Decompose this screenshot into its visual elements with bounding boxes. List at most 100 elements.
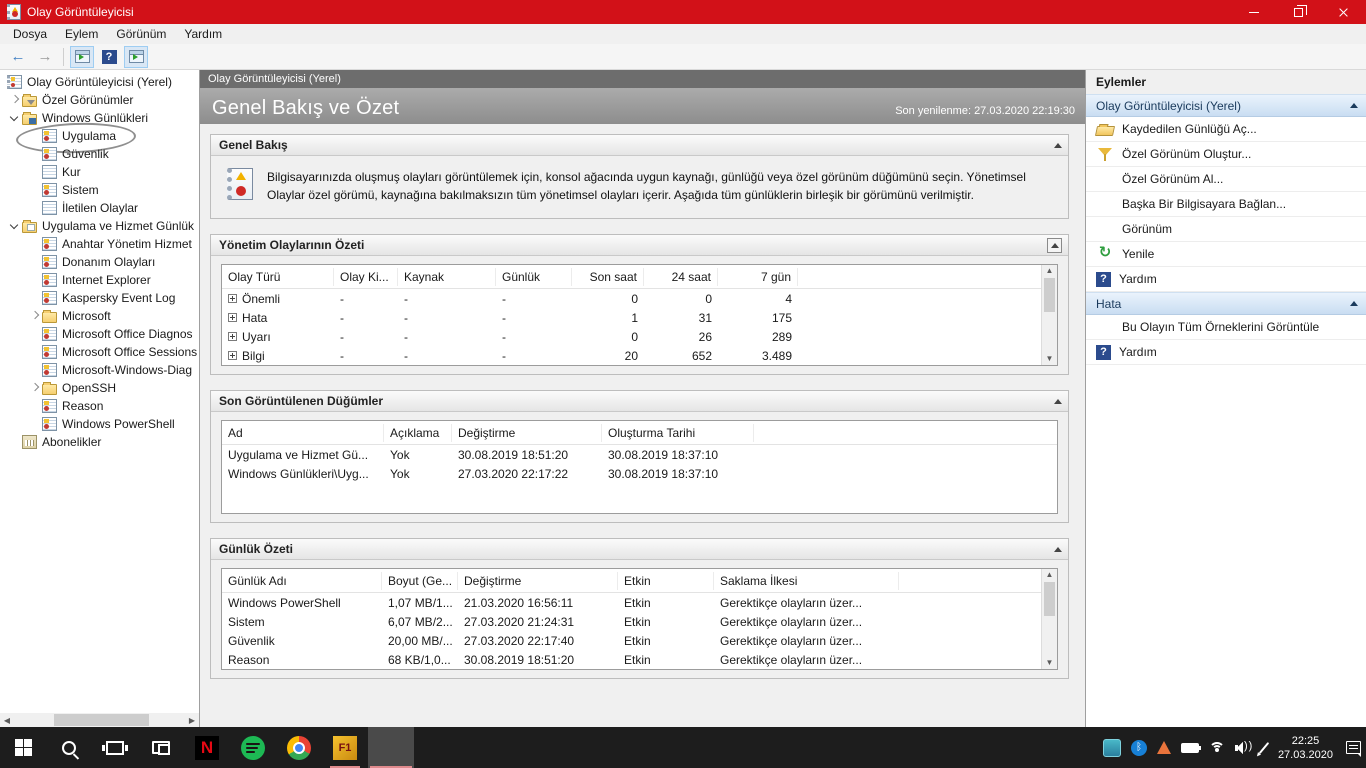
- expand-plus-icon[interactable]: [228, 351, 237, 360]
- taskbar-app-icon[interactable]: [368, 727, 414, 768]
- tree-expander-icon[interactable]: [8, 219, 22, 233]
- tree-expander-icon[interactable]: [28, 291, 42, 305]
- forward-arrow-icon[interactable]: →: [33, 46, 57, 68]
- overview-section-header[interactable]: Genel Bakış: [211, 135, 1068, 156]
- col-degistirme[interactable]: Değiştirme: [452, 423, 602, 442]
- col-gunluk-adi[interactable]: Günlük Adı: [222, 571, 382, 590]
- tree-item[interactable]: Özel Görünümler: [0, 91, 199, 109]
- col-boyut[interactable]: Boyut (Ge...: [382, 571, 458, 590]
- col-son-saat[interactable]: Son saat: [572, 267, 644, 286]
- actions-group-header-hata[interactable]: Hata: [1086, 292, 1366, 315]
- scroll-up-icon[interactable]: ▲: [1046, 570, 1054, 580]
- back-arrow-icon[interactable]: ←: [6, 46, 30, 68]
- admin-events-header[interactable]: Yönetim Olaylarının Özeti: [211, 235, 1068, 256]
- tree-item[interactable]: Uygulama: [0, 127, 199, 145]
- tree-item[interactable]: Windows Günlükleri: [0, 109, 199, 127]
- table-row[interactable]: Sistem 6,07 MB/2... 27.03.2020 21:24:31 …: [222, 612, 1041, 631]
- vertical-scrollbar[interactable]: ▲ ▼: [1041, 569, 1057, 669]
- expand-plus-icon[interactable]: [228, 332, 237, 341]
- scrollbar-thumb[interactable]: [1044, 582, 1055, 616]
- tree-item[interactable]: Kur: [0, 163, 199, 181]
- collapse-caret-icon[interactable]: [1350, 301, 1358, 306]
- taskbar-app-icon[interactable]: [276, 727, 322, 768]
- tree-expander-icon[interactable]: [28, 165, 42, 179]
- action-item[interactable]: ? Yardım: [1086, 340, 1366, 365]
- tree-expander-icon[interactable]: [28, 183, 42, 197]
- tree-item[interactable]: Sistem: [0, 181, 199, 199]
- tree-expander-icon[interactable]: [28, 201, 42, 215]
- tree-item[interactable]: Microsoft-Windows-Diag: [0, 361, 199, 379]
- tray-icon[interactable]: [1152, 727, 1176, 768]
- tree-item[interactable]: İletilen Olaylar: [0, 199, 199, 217]
- tree-expander-icon[interactable]: [8, 435, 22, 449]
- tray-icon[interactable]: [1176, 727, 1204, 768]
- collapse-caret-icon[interactable]: [1054, 546, 1062, 552]
- tree-expander-icon[interactable]: [8, 93, 22, 107]
- table-row[interactable]: Güvenlik 20,00 MB/... 27.03.2020 22:17:4…: [222, 631, 1041, 650]
- table-row[interactable]: Önemli - - - 0 0 4: [222, 289, 1041, 308]
- menu-item[interactable]: Yardım: [175, 25, 231, 43]
- action-item[interactable]: Bu Olayın Tüm Örneklerini Görüntüle: [1086, 315, 1366, 340]
- tree-item[interactable]: Microsoft Office Sessions: [0, 343, 199, 361]
- tree-item[interactable]: Güvenlik: [0, 145, 199, 163]
- tree-item[interactable]: Microsoft: [0, 307, 199, 325]
- action-item[interactable]: Görünüm: [1086, 217, 1366, 242]
- action-item[interactable]: Başka Bir Bilgisayara Bağlan...: [1086, 192, 1366, 217]
- taskbar-app-icon[interactable]: F1: [322, 727, 368, 768]
- table-row[interactable]: Bilgi - - - 20 652 3.489: [222, 346, 1041, 365]
- col-24-saat[interactable]: 24 saat: [644, 267, 718, 286]
- table-row[interactable]: Uygulama ve Hizmet Gü... Yok 30.08.2019 …: [222, 445, 1057, 464]
- tray-icon[interactable]: [1204, 727, 1230, 768]
- col-aciklama[interactable]: Açıklama: [384, 423, 452, 442]
- tree-item[interactable]: Abonelikler: [0, 433, 199, 451]
- table-row[interactable]: Reason 68 KB/1,0... 30.08.2019 18:51:20 …: [222, 650, 1041, 669]
- tree-item[interactable]: Anahtar Yönetim Hizmet: [0, 235, 199, 253]
- tree-item[interactable]: Kaspersky Event Log: [0, 289, 199, 307]
- log-summary-header[interactable]: Günlük Özeti: [211, 539, 1068, 560]
- expand-plus-icon[interactable]: [228, 294, 237, 303]
- menu-item[interactable]: Dosya: [4, 25, 56, 43]
- col-etkin[interactable]: Etkin: [618, 571, 714, 590]
- scroll-down-icon[interactable]: ▼: [1046, 354, 1054, 364]
- tree-expander-icon[interactable]: [28, 363, 42, 377]
- show-action-pane-icon[interactable]: [124, 45, 148, 68]
- tree-expander-icon[interactable]: [28, 255, 42, 269]
- expand-plus-icon[interactable]: [228, 313, 237, 322]
- tree-item[interactable]: OpenSSH: [0, 379, 199, 397]
- restore-button[interactable]: [1276, 0, 1321, 24]
- tree-item[interactable]: Reason: [0, 397, 199, 415]
- tree-expander-icon[interactable]: [28, 345, 42, 359]
- taskbar-app-icon[interactable]: [230, 727, 276, 768]
- tree-expander-icon[interactable]: [28, 327, 42, 341]
- actions-group-header-local[interactable]: Olay Görüntüleyicisi (Yerel): [1086, 94, 1366, 117]
- tree-item[interactable]: Microsoft Office Diagnos: [0, 325, 199, 343]
- menu-item[interactable]: Görünüm: [107, 25, 175, 43]
- tree-expander-icon[interactable]: [28, 273, 42, 287]
- tree-horizontal-scrollbar[interactable]: ◀ ▶: [0, 713, 199, 727]
- col-gunluk[interactable]: Günlük: [496, 267, 572, 286]
- tree-expander-icon[interactable]: [28, 237, 42, 251]
- tree-expander-icon[interactable]: [28, 147, 42, 161]
- table-row[interactable]: Hata - - - 1 31 175: [222, 308, 1041, 327]
- collapse-caret-icon[interactable]: [1054, 398, 1062, 404]
- taskbar-app-icon[interactable]: [92, 727, 138, 768]
- action-item[interactable]: Özel Görünüm Oluştur...: [1086, 142, 1366, 167]
- tree-item[interactable]: Donanım Olayları: [0, 253, 199, 271]
- action-center-icon[interactable]: [1341, 727, 1366, 768]
- tree-expander-icon[interactable]: [28, 309, 42, 323]
- taskbar-app-icon[interactable]: [0, 727, 46, 768]
- close-button[interactable]: [1321, 0, 1366, 24]
- tray-icon[interactable]: [1098, 727, 1126, 768]
- col-olay-kimligi[interactable]: Olay Ki...: [334, 267, 398, 286]
- table-row[interactable]: Windows Günlükleri\Uyg... Yok 27.03.2020…: [222, 464, 1057, 483]
- menu-item[interactable]: Eylem: [56, 25, 107, 43]
- tree-expander-icon[interactable]: [28, 381, 42, 395]
- tree-item[interactable]: Internet Explorer: [0, 271, 199, 289]
- recent-nodes-header[interactable]: Son Görüntülenen Düğümler: [211, 391, 1068, 412]
- col-kaynak[interactable]: Kaynak: [398, 267, 496, 286]
- collapse-caret-icon[interactable]: [1054, 142, 1062, 148]
- scroll-left-icon[interactable]: ◀: [0, 716, 14, 725]
- action-item[interactable]: Kaydedilen Günlüğü Aç...: [1086, 117, 1366, 142]
- tree-expander-icon[interactable]: [28, 417, 42, 431]
- table-row[interactable]: Uyarı - - - 0 26 289: [222, 327, 1041, 346]
